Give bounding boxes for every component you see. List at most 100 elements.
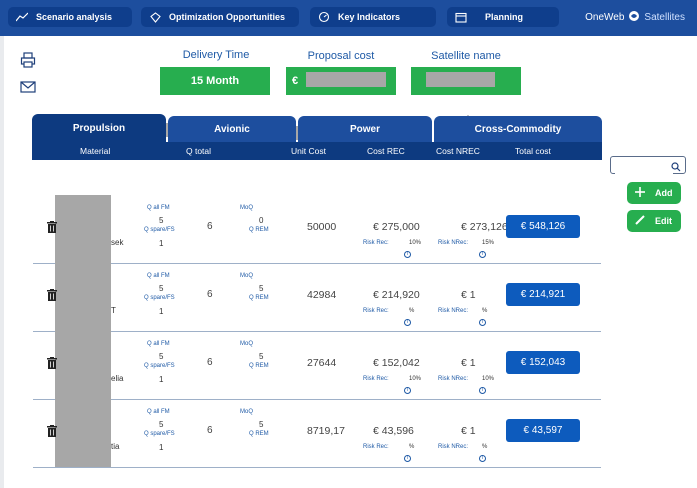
nav-label: Key Indicators — [338, 12, 401, 22]
mail-icon[interactable] — [20, 80, 38, 96]
cost-nrec-value: € 1 — [461, 289, 476, 301]
moq-value: 5 — [259, 420, 264, 429]
moq-value: 5 — [259, 284, 264, 293]
risk-rec-value: 10% — [409, 240, 422, 246]
q-spare-label: Q spare/FS — [144, 227, 175, 233]
unit-cost-value: 27644 — [307, 357, 337, 369]
redacted-material-name — [55, 331, 111, 399]
risk-nrec-value: 10% — [482, 376, 495, 382]
category-tabs: Propulsion Avionic Power Cross-Commodity — [32, 114, 602, 142]
total-cost-button[interactable]: € 548,126 — [506, 215, 580, 238]
top-nav-bar: Scenario analysis Optimization Opportuni… — [0, 0, 697, 36]
nav-label: Scenario analysis — [36, 12, 113, 22]
col-cost-nrec: Cost NREC — [436, 146, 480, 156]
nav-optimization-opportunities[interactable]: Optimization Opportunities — [141, 7, 299, 27]
risk-nrec-value: 15% — [482, 240, 495, 246]
risk-nrec-value: % — [482, 444, 488, 450]
redacted-material-name — [55, 263, 111, 331]
unit-cost-value: 50000 — [307, 221, 337, 233]
table-row: tia Q all FM 5 Q spare/FS 1 6 MoQ 5 Q RE… — [33, 399, 601, 468]
col-material: Material — [80, 146, 111, 156]
info-icon[interactable]: i — [404, 387, 411, 394]
total-cost-button[interactable]: € 43,597 — [506, 419, 580, 442]
redacted-satellite-name — [426, 72, 495, 87]
q-rem-label: Q REM — [249, 227, 269, 233]
tab-cross-commodity[interactable]: Cross-Commodity — [434, 116, 602, 142]
risk-rec-value: 10% — [409, 376, 422, 382]
q-spare-label: Q spare/FS — [144, 295, 175, 301]
print-icon[interactable] — [20, 52, 38, 68]
moq-label: MoQ — [240, 205, 254, 211]
tab-power[interactable]: Power — [298, 116, 432, 142]
q-spare-value: 1 — [159, 239, 164, 248]
cost-rec-value: € 275,000 — [373, 221, 420, 233]
info-icon[interactable]: i — [404, 319, 411, 326]
nav-planning[interactable]: Planning — [447, 7, 559, 27]
table-row: sek Q all FM 5 Q spare/FS 1 6 MoQ 0 Q RE… — [33, 195, 601, 264]
info-icon[interactable]: i — [404, 455, 411, 462]
table-row: T Q all FM 5 Q spare/FS 1 6 MoQ 5 Q REM … — [33, 263, 601, 332]
q-rem-label: Q REM — [249, 431, 269, 437]
edit-label: Edit — [655, 216, 672, 226]
trash-icon[interactable] — [47, 424, 57, 437]
q-all-fm-label: Q all FM — [147, 205, 170, 211]
info-icon[interactable]: i — [404, 251, 411, 258]
col-unit-cost: Unit Cost — [291, 146, 326, 156]
delivery-time-label: Delivery Time — [182, 49, 250, 61]
nav-key-indicators[interactable]: Key Indicators — [310, 7, 436, 27]
proposal-cost-label: Proposal cost — [307, 50, 375, 62]
moq-value: 5 — [259, 352, 264, 361]
moq-value: 0 — [259, 216, 264, 225]
info-icon[interactable]: i — [479, 251, 486, 258]
pencil-icon — [635, 215, 645, 227]
tab-propulsion[interactable]: Propulsion — [32, 114, 166, 142]
material-name-suffix: tia — [111, 442, 120, 451]
redacted-proposal-cost — [306, 72, 386, 87]
edit-button[interactable]: Edit — [627, 210, 681, 232]
add-label: Add — [655, 188, 673, 198]
diamond-icon — [149, 11, 161, 23]
table-row: elia Q all FM 5 Q spare/FS 1 6 MoQ 5 Q R… — [33, 331, 601, 400]
search-input[interactable] — [610, 156, 686, 177]
cost-rec-value: € 152,042 — [373, 357, 420, 369]
search-icon[interactable] — [671, 159, 681, 177]
trash-icon[interactable] — [47, 220, 57, 233]
risk-nrec-value: % — [482, 308, 488, 314]
q-spare-value: 1 — [159, 307, 164, 316]
risk-rec-label: Risk Rec: — [363, 444, 389, 450]
risk-rec-label: Risk Rec: — [363, 240, 389, 246]
info-icon[interactable]: i — [479, 319, 486, 326]
chart-icon — [16, 11, 28, 23]
plus-icon — [635, 187, 645, 199]
nav-label: Planning — [485, 12, 523, 22]
q-all-fm-label: Q all FM — [147, 273, 170, 279]
q-all-fm-label: Q all FM — [147, 409, 170, 415]
risk-nrec-label: Risk NRec: — [438, 240, 469, 246]
q-rem-label: Q REM — [249, 363, 269, 369]
risk-nrec-label: Risk NRec: — [438, 308, 469, 314]
euro-symbol: € — [292, 75, 299, 87]
info-icon[interactable]: i — [479, 455, 486, 462]
trash-icon[interactable] — [47, 356, 57, 369]
material-name-suffix: elia — [111, 374, 124, 383]
brand-sub: Satellites — [644, 12, 685, 23]
search-field[interactable] — [615, 160, 673, 175]
risk-nrec-label: Risk NRec: — [438, 376, 469, 382]
unit-cost-value: 42984 — [307, 289, 337, 301]
total-cost-button[interactable]: € 214,921 — [506, 283, 580, 306]
total-cost-button[interactable]: € 152,043 — [506, 351, 580, 374]
cost-nrec-value: € 1 — [461, 357, 476, 369]
trash-icon[interactable] — [47, 288, 57, 301]
calendar-icon — [455, 11, 467, 23]
q-rem-label: Q REM — [249, 295, 269, 301]
risk-rec-label: Risk Rec: — [363, 308, 389, 314]
q-all-fm-label: Q all FM — [147, 341, 170, 347]
add-button[interactable]: Add — [627, 182, 681, 204]
nav-scenario-analysis[interactable]: Scenario analysis — [8, 7, 132, 27]
tab-avionic[interactable]: Avionic — [168, 116, 296, 142]
col-q-total: Q total — [186, 146, 212, 156]
info-icon[interactable]: i — [479, 387, 486, 394]
q-all-fm-value: 5 — [159, 352, 164, 361]
q-all-fm-value: 5 — [159, 420, 164, 429]
material-name-suffix: T — [111, 306, 116, 315]
